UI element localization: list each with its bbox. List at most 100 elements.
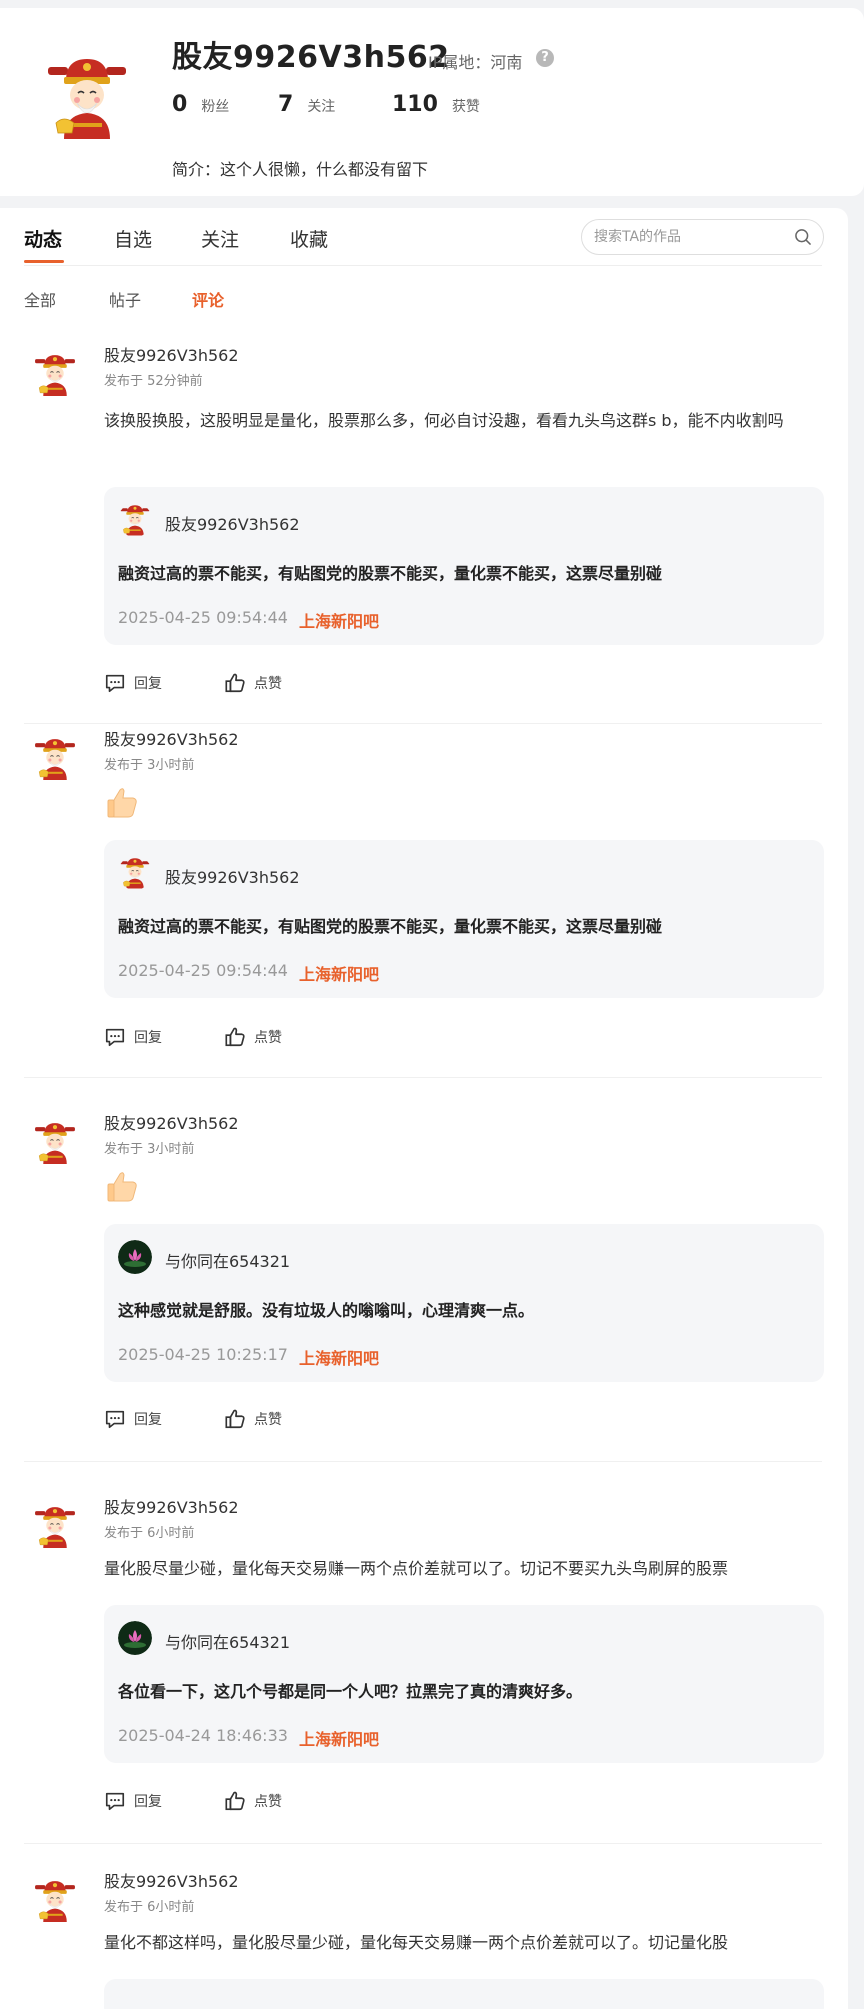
- avatar: [118, 503, 152, 537]
- reply-button[interactable]: 回复: [104, 672, 162, 694]
- like-button[interactable]: 点赞: [224, 1790, 282, 1812]
- post-time: 发布于 3小时前: [104, 1142, 195, 1157]
- quoted-text: 融资过高的票不能买，有贴图党的股票不能买，量化票不能买，这票尽量别碰: [118, 564, 663, 583]
- stat-likes-label: 获赞: [451, 99, 480, 115]
- profile-card: 股友9926V3h562 IP属地：河南 ? 0 粉丝 7 关注 110 获赞 …: [0, 8, 864, 196]
- post-author[interactable]: 股友9926V3h562: [104, 1494, 239, 1518]
- quoted-author: 股友9926V3h562: [165, 515, 300, 534]
- like-button[interactable]: 点赞: [224, 1026, 282, 1048]
- quoted-author: 与你同在654321: [165, 1252, 291, 1271]
- quoted-text: 各位看一下，这几个号都是同一个人吧？拉黑完了真的清爽好多。: [118, 1682, 583, 1701]
- post-time: 发布于 6小时前: [104, 1526, 195, 1541]
- thumbs-up-icon: [224, 1790, 246, 1812]
- quoted-post[interactable]: 股友9926V3h562 融资过高的票不能买，有贴图党的股票不能买，量化票不能买…: [104, 840, 824, 998]
- avatar: [118, 856, 152, 890]
- stat-following[interactable]: 7 关注: [278, 92, 335, 117]
- post-content: 量化股尽量少碰，量化每天交易赚一两个点价差就可以了。切记不要买九头鸟刷屏的股票: [104, 1559, 729, 1578]
- comment-icon: [104, 1026, 126, 1048]
- like-label: 点赞: [254, 1412, 282, 1428]
- reply-button[interactable]: 回复: [104, 1408, 162, 1430]
- content-card: 动态 自选 关注 收藏 全部 帖子 评论 股友9926V3h562 发布于 52…: [0, 208, 848, 2009]
- avatar: [118, 1240, 152, 1274]
- quoted-date: 2025-04-25 09:54:44: [118, 961, 288, 980]
- quoted-author: 与你同在654321: [165, 1633, 291, 1652]
- post-author[interactable]: 股友9926V3h562: [104, 726, 239, 750]
- tab-following[interactable]: 关注: [201, 225, 239, 252]
- subtab-all[interactable]: 全部: [24, 287, 56, 311]
- like-label: 点赞: [254, 676, 282, 692]
- tabs-divider: [24, 265, 822, 266]
- quoted-date: 2025-04-25 10:25:17: [118, 1345, 288, 1364]
- like-button[interactable]: 点赞: [224, 672, 282, 694]
- quoted-bar-link[interactable]: 上海新阳吧: [299, 608, 379, 632]
- like-button[interactable]: 点赞: [224, 1408, 282, 1430]
- post-content: 量化不都这样吗，量化股尽量少碰，量化每天交易赚一两个点价差就可以了。切记量化股: [104, 1933, 729, 1952]
- quoted-bar-link[interactable]: 上海新阳吧: [299, 961, 379, 985]
- quoted-text: 融资过高的票不能买，有贴图党的股票不能买，量化票不能买，这票尽量别碰: [118, 917, 663, 936]
- post-author[interactable]: 股友9926V3h562: [104, 342, 239, 366]
- tab-watchlist[interactable]: 自选: [114, 225, 152, 252]
- comment-icon: [104, 1790, 126, 1812]
- like-label: 点赞: [254, 1794, 282, 1810]
- subtab-comments[interactable]: 评论: [192, 287, 224, 311]
- avatar[interactable]: [42, 53, 132, 143]
- thumbs-up-emoji-icon: [104, 784, 140, 820]
- help-icon[interactable]: ?: [536, 49, 554, 67]
- search-box: [581, 219, 824, 255]
- thumbs-up-icon: [224, 1026, 246, 1048]
- post-time: 发布于 3小时前: [104, 758, 195, 773]
- search-icon[interactable]: [793, 227, 813, 247]
- subtab-posts[interactable]: 帖子: [109, 287, 141, 311]
- stat-following-count: 7: [278, 92, 294, 117]
- quoted-bar-link[interactable]: 上海新阳吧: [299, 1345, 379, 1369]
- active-tab-indicator: [24, 260, 64, 263]
- reply-button[interactable]: 回复: [104, 1026, 162, 1048]
- avatar[interactable]: [32, 736, 78, 782]
- stat-fans[interactable]: 0 粉丝: [172, 92, 229, 117]
- stat-fans-count: 0: [172, 92, 188, 117]
- divider: [24, 723, 822, 724]
- avatar[interactable]: [32, 1504, 78, 1550]
- comment-icon: [104, 672, 126, 694]
- quoted-bar-link[interactable]: 上海新阳吧: [299, 1726, 379, 1750]
- profile-bio: 简介：这个人很懒，什么都没有留下: [172, 160, 429, 179]
- quoted-author: 股友9926V3h562: [165, 868, 300, 887]
- quoted-post[interactable]: 股友9926V3h562 融资过高的票不能买，有贴图党的股票不能买，量化票不能买…: [104, 487, 824, 645]
- quoted-text: 这种感觉就是舒服。没有垃圾人的嗡嗡叫，心理清爽一点。: [118, 1301, 535, 1320]
- ip-location: IP属地：河南: [428, 53, 523, 72]
- tab-activity[interactable]: 动态: [24, 225, 62, 252]
- quoted-post[interactable]: [104, 1979, 824, 2009]
- quoted-post[interactable]: 与你同在654321 各位看一下，这几个号都是同一个人吧？拉黑完了真的清爽好多。…: [104, 1605, 824, 1763]
- quoted-date: 2025-04-24 18:46:33: [118, 1726, 288, 1745]
- profile-username: 股友9926V3h562: [172, 40, 450, 75]
- stat-fans-label: 粉丝: [201, 99, 230, 115]
- divider: [24, 1461, 822, 1462]
- reply-button[interactable]: 回复: [104, 1790, 162, 1812]
- thumbs-up-icon: [224, 672, 246, 694]
- thumbs-up-icon: [224, 1408, 246, 1430]
- like-label: 点赞: [254, 1030, 282, 1046]
- quoted-date: 2025-04-25 09:54:44: [118, 608, 288, 627]
- stat-following-label: 关注: [307, 99, 336, 115]
- avatar[interactable]: [32, 1120, 78, 1166]
- post-time: 发布于 52分钟前: [104, 374, 203, 389]
- search-input[interactable]: [594, 220, 784, 254]
- reply-label: 回复: [134, 1030, 162, 1046]
- stat-likes-count: 110: [392, 92, 438, 117]
- divider: [24, 1843, 822, 1844]
- post-author[interactable]: 股友9926V3h562: [104, 1110, 239, 1134]
- avatar: [118, 1621, 152, 1655]
- reply-label: 回复: [134, 1412, 162, 1428]
- stat-likes[interactable]: 110 获赞: [392, 92, 480, 117]
- avatar[interactable]: [32, 352, 78, 398]
- post-time: 发布于 6小时前: [104, 1900, 195, 1915]
- divider: [24, 1077, 822, 1078]
- avatar[interactable]: [32, 1878, 78, 1924]
- comment-icon: [104, 1408, 126, 1430]
- tab-favorites[interactable]: 收藏: [290, 225, 328, 252]
- post-author[interactable]: 股友9926V3h562: [104, 1868, 239, 1892]
- thumbs-up-emoji-icon: [104, 1168, 140, 1204]
- quoted-post[interactable]: 与你同在654321 这种感觉就是舒服。没有垃圾人的嗡嗡叫，心理清爽一点。 20…: [104, 1224, 824, 1382]
- post-content: 该换股换股，这股明显是量化，股票那么多，何必自讨没趣，看看九头鸟这群s b，能不…: [104, 411, 784, 430]
- reply-label: 回复: [134, 676, 162, 692]
